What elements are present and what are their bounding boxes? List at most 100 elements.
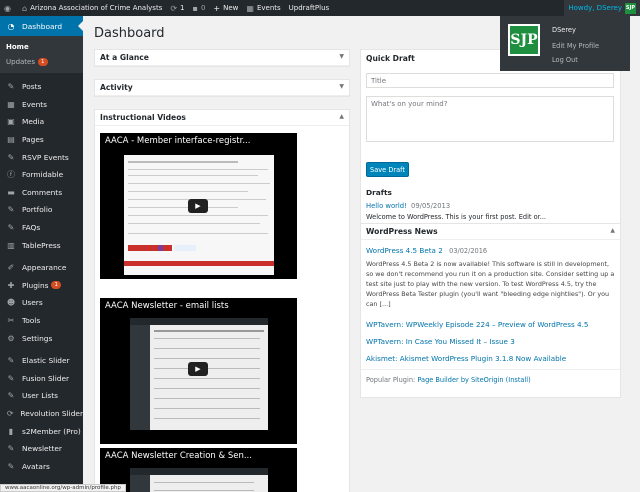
video-title[interactable]: AACA Newsletter - email lists xyxy=(105,301,229,311)
admin-sidebar: ◔ Dashboard Home Updates 1 ✎ Posts ▦ Events ▣ M… xyxy=(0,16,83,492)
activity-box: Activity ▼ xyxy=(94,79,350,97)
page-icon: ▤ xyxy=(7,135,15,145)
wp-logo-button[interactable]: ◉ xyxy=(0,0,18,16)
menu-events[interactable]: ▦ Events xyxy=(0,96,83,114)
menu-formidable[interactable]: ⓕ Formidable xyxy=(0,166,83,184)
menu-posts[interactable]: ✎ Posts xyxy=(0,78,83,96)
popular-plugin-link[interactable]: Page Builder by SiteOrigin (Install) xyxy=(417,376,530,384)
pin-icon: ✎ xyxy=(7,356,15,366)
video-title[interactable]: AACA - Member interface-registr... xyxy=(105,136,250,146)
menu-rsvp-events[interactable]: ✎ RSVP Events xyxy=(0,148,83,166)
menu-s2member-pro[interactable]: ▮ s2Member (Pro) xyxy=(0,422,83,440)
pin-icon: ✎ xyxy=(7,373,15,383)
menu-label: Media xyxy=(22,117,45,127)
wordpress-news-title: WordPress News xyxy=(366,227,438,236)
menu-label: Portfolio xyxy=(22,205,53,215)
pin-icon: ✎ xyxy=(7,152,15,162)
caret-up-icon[interactable]: ▲ xyxy=(610,227,615,234)
updates-link[interactable]: ⟳ 1 xyxy=(166,0,188,16)
instructional-videos-header[interactable]: Instructional Videos ▲ xyxy=(95,110,349,126)
menu-elastic-slider[interactable]: ✎ Elastic Slider xyxy=(0,352,83,370)
submenu-home[interactable]: Home xyxy=(0,39,83,54)
menu-avatars[interactable]: ✎ Avatars xyxy=(0,457,83,475)
menu-users[interactable]: ☻ Users xyxy=(0,294,83,312)
edit-profile-link[interactable]: Edit My Profile xyxy=(552,42,599,50)
play-icon[interactable]: ▶ xyxy=(188,199,208,213)
menu-revolution-slider[interactable]: ⟳ Revolution Slider xyxy=(0,405,83,423)
plus-icon: + xyxy=(213,3,221,13)
news-link[interactable]: WPTavern: In Case You Missed It – Issue … xyxy=(366,333,616,350)
refresh-icon: ⟳ xyxy=(170,3,178,13)
news-link[interactable]: Akismet: Akismet WordPress Plugin 3.1.8 … xyxy=(366,350,616,367)
menu-tablepress[interactable]: ▥ TablePress xyxy=(0,236,83,254)
comment-icon: ▬ xyxy=(7,187,15,197)
menu-label: Avatars xyxy=(22,461,50,471)
menu-newsletter[interactable]: ✎ Newsletter xyxy=(0,440,83,458)
news-link[interactable]: WPTavern: WPWeekly Episode 224 – Preview… xyxy=(366,316,616,333)
site-name-link[interactable]: ⌂ Arizona Association of Crime Analysts xyxy=(18,0,166,16)
howdy-text: Howdy, DSerey xyxy=(568,4,622,12)
menu-tools[interactable]: ✂ Tools xyxy=(0,312,83,330)
news-main-link[interactable]: WordPress 4.5 Beta 2 xyxy=(366,246,443,255)
menu-label: Appearance xyxy=(22,263,67,273)
events-link[interactable]: ▦ Events xyxy=(242,0,284,16)
save-draft-button[interactable]: Save Draft xyxy=(366,162,409,177)
video-player-2[interactable]: AACA Newsletter - email lists ▶ xyxy=(100,298,297,444)
comments-count: 0 xyxy=(200,4,206,12)
users-icon: ☻ xyxy=(6,298,16,308)
news-main-date: 03/02/2016 xyxy=(449,247,488,255)
menu-portfolio[interactable]: ✎ Portfolio xyxy=(0,201,83,219)
draft-item: Hello world! 09/05/2013 xyxy=(366,202,450,210)
menu-faqs[interactable]: ✎ FAQs xyxy=(0,219,83,237)
new-content-link[interactable]: + New xyxy=(209,0,242,16)
menu-comments[interactable]: ▬ Comments xyxy=(0,184,83,202)
pin-icon: ✎ xyxy=(7,391,15,401)
pin-icon: ✎ xyxy=(7,82,15,92)
video-player-1[interactable]: AACA - Member interface-registr... ▶ xyxy=(100,133,297,279)
draft-title-input[interactable]: Title xyxy=(366,73,614,88)
caret-down-icon[interactable]: ▼ xyxy=(339,53,344,60)
activity-header[interactable]: Activity ▼ xyxy=(95,80,349,96)
menu-label: Plugins xyxy=(22,280,49,290)
wordpress-news-header[interactable]: WordPress News ▲ xyxy=(361,224,620,240)
calendar-icon: ▦ xyxy=(7,99,15,109)
popular-plugin-prefix: Popular Plugin: xyxy=(366,376,416,384)
menu-appearance[interactable]: ✐ Appearance xyxy=(0,259,83,277)
caret-down-icon[interactable]: ▼ xyxy=(339,83,344,90)
submenu-updates[interactable]: Updates 1 xyxy=(0,54,83,69)
menu-settings[interactable]: ⚙ Settings xyxy=(0,329,83,347)
video-title[interactable]: AACA Newsletter Creation & Sen... xyxy=(105,451,252,461)
updates-count: 1 xyxy=(180,4,185,12)
draft-link[interactable]: Hello world! xyxy=(366,202,407,210)
at-a-glance-header[interactable]: At a Glance ▼ xyxy=(95,50,349,66)
wordpress-icon: ◉ xyxy=(4,3,11,13)
caret-up-icon[interactable]: ▲ xyxy=(339,113,344,120)
video-player-3[interactable]: AACA Newsletter Creation & Sen... xyxy=(100,448,297,492)
log-out-link[interactable]: Log Out xyxy=(552,56,578,64)
play-icon[interactable]: ▶ xyxy=(188,362,208,376)
my-account-link[interactable]: Howdy, DSerey SJP xyxy=(564,0,640,16)
page-title: Dashboard xyxy=(94,26,165,41)
menu-plugins[interactable]: ✚ Plugins 1 xyxy=(0,277,83,295)
menu-label: Formidable xyxy=(22,170,64,180)
menu-fusion-slider[interactable]: ✎ Fusion Slider xyxy=(0,370,83,388)
dashboard-icon: ◔ xyxy=(7,21,15,31)
menu-group-admin: ✐ Appearance ✚ Plugins 1 ☻ Users ✂ Tools ⚙ Setting… xyxy=(0,259,83,347)
draft-content-textarea[interactable]: What's on your mind? xyxy=(366,96,614,142)
menu-label: TablePress xyxy=(22,240,61,250)
menu-user-lists[interactable]: ✎ User Lists xyxy=(0,387,83,405)
menu-pages[interactable]: ▤ Pages xyxy=(0,131,83,149)
menu-media[interactable]: ▣ Media xyxy=(0,113,83,131)
new-label: New xyxy=(223,4,239,12)
comments-link[interactable]: ▪ 0 xyxy=(189,0,210,16)
video-thumbnail xyxy=(124,155,274,275)
menu-label: Elastic Slider xyxy=(22,356,70,366)
menu-dashboard[interactable]: ◔ Dashboard xyxy=(0,16,83,36)
menu-dashboard-label: Dashboard xyxy=(22,21,63,31)
pin-icon: ✎ xyxy=(7,444,15,454)
events-label: Events xyxy=(256,4,281,12)
account-name[interactable]: DSerey xyxy=(552,26,576,34)
updraftplus-link[interactable]: UpdraftPlus xyxy=(285,0,334,16)
pin-icon: ✎ xyxy=(7,205,15,215)
avatar-large: SJP xyxy=(508,24,540,56)
